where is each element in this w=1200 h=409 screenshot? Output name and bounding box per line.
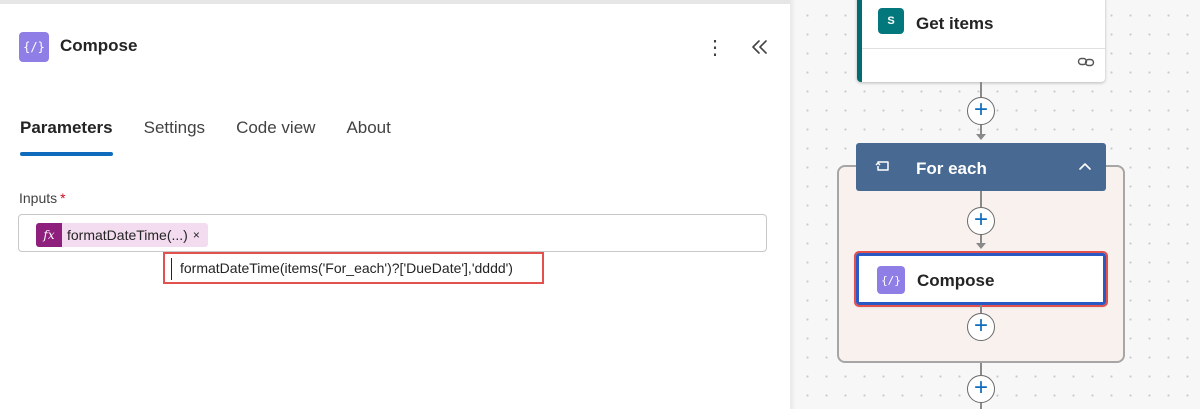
add-step-button[interactable]: + — [967, 97, 995, 125]
expression-token[interactable]: fx formatDateTime(...) × — [36, 223, 208, 247]
tab-code-view[interactable]: Code view — [236, 118, 315, 154]
expression-token-label: formatDateTime(...) — [67, 227, 188, 243]
compose-icon: {/} — [19, 32, 49, 62]
fx-icon: fx — [36, 223, 62, 247]
more-options-icon[interactable]: ⋮ — [705, 34, 725, 60]
connector-line — [980, 191, 982, 207]
get-items-card[interactable]: S Get items — [857, 0, 1105, 82]
plus-icon: + — [973, 312, 988, 339]
link-icon[interactable] — [1077, 55, 1095, 69]
inputs-label-text: Inputs — [19, 190, 58, 206]
chevron-up-icon[interactable] — [1076, 157, 1094, 175]
compose-card[interactable]: {/} Compose — [854, 251, 1108, 307]
tab-parameters[interactable]: Parameters — [20, 118, 113, 156]
action-details-panel: {/} Compose ⋮ Parameters Settings Code v… — [0, 0, 790, 409]
plus-icon: + — [973, 206, 988, 233]
tab-about[interactable]: About — [346, 118, 390, 154]
for-each-title: For each — [916, 159, 987, 178]
text-cursor — [171, 258, 172, 280]
for-each-header[interactable]: For each — [856, 143, 1106, 191]
connector-line — [980, 235, 982, 243]
compose-title: Compose — [917, 271, 995, 290]
add-step-button[interactable]: + — [967, 207, 995, 235]
add-step-button[interactable]: + — [967, 375, 995, 403]
get-items-title: Get items — [916, 14, 994, 33]
compose-icon: {/} — [877, 266, 905, 294]
inputs-field[interactable]: fx formatDateTime(...) × — [18, 214, 767, 252]
canvas-edge-shadow — [790, 0, 796, 409]
add-step-button[interactable]: + — [967, 313, 995, 341]
inputs-label: Inputs * — [19, 190, 66, 206]
collapse-panel-icon[interactable] — [748, 34, 772, 60]
connector-line — [980, 125, 982, 134]
panel-tabs: Parameters Settings Code view About — [20, 118, 422, 158]
loop-icon — [874, 157, 894, 177]
card-divider — [862, 48, 1105, 49]
expression-text: formatDateTime(items('For_each')?['DueDa… — [180, 260, 513, 276]
designer-canvas[interactable]: S Get items + For each + {/} Compose + + — [790, 0, 1200, 409]
tab-settings[interactable]: Settings — [144, 118, 205, 154]
connector-arrow — [976, 134, 986, 140]
panel-title[interactable]: Compose — [60, 36, 137, 56]
connector-arrow — [976, 243, 986, 249]
plus-icon: + — [973, 96, 988, 123]
sharepoint-icon: S — [878, 8, 904, 34]
panel-top-border — [0, 0, 790, 4]
plus-icon: + — [973, 374, 988, 401]
expression-tooltip: formatDateTime(items('For_each')?['DueDa… — [163, 252, 544, 284]
connector-line — [980, 403, 982, 409]
remove-token-icon[interactable]: × — [193, 228, 200, 242]
required-mark: * — [60, 190, 66, 206]
